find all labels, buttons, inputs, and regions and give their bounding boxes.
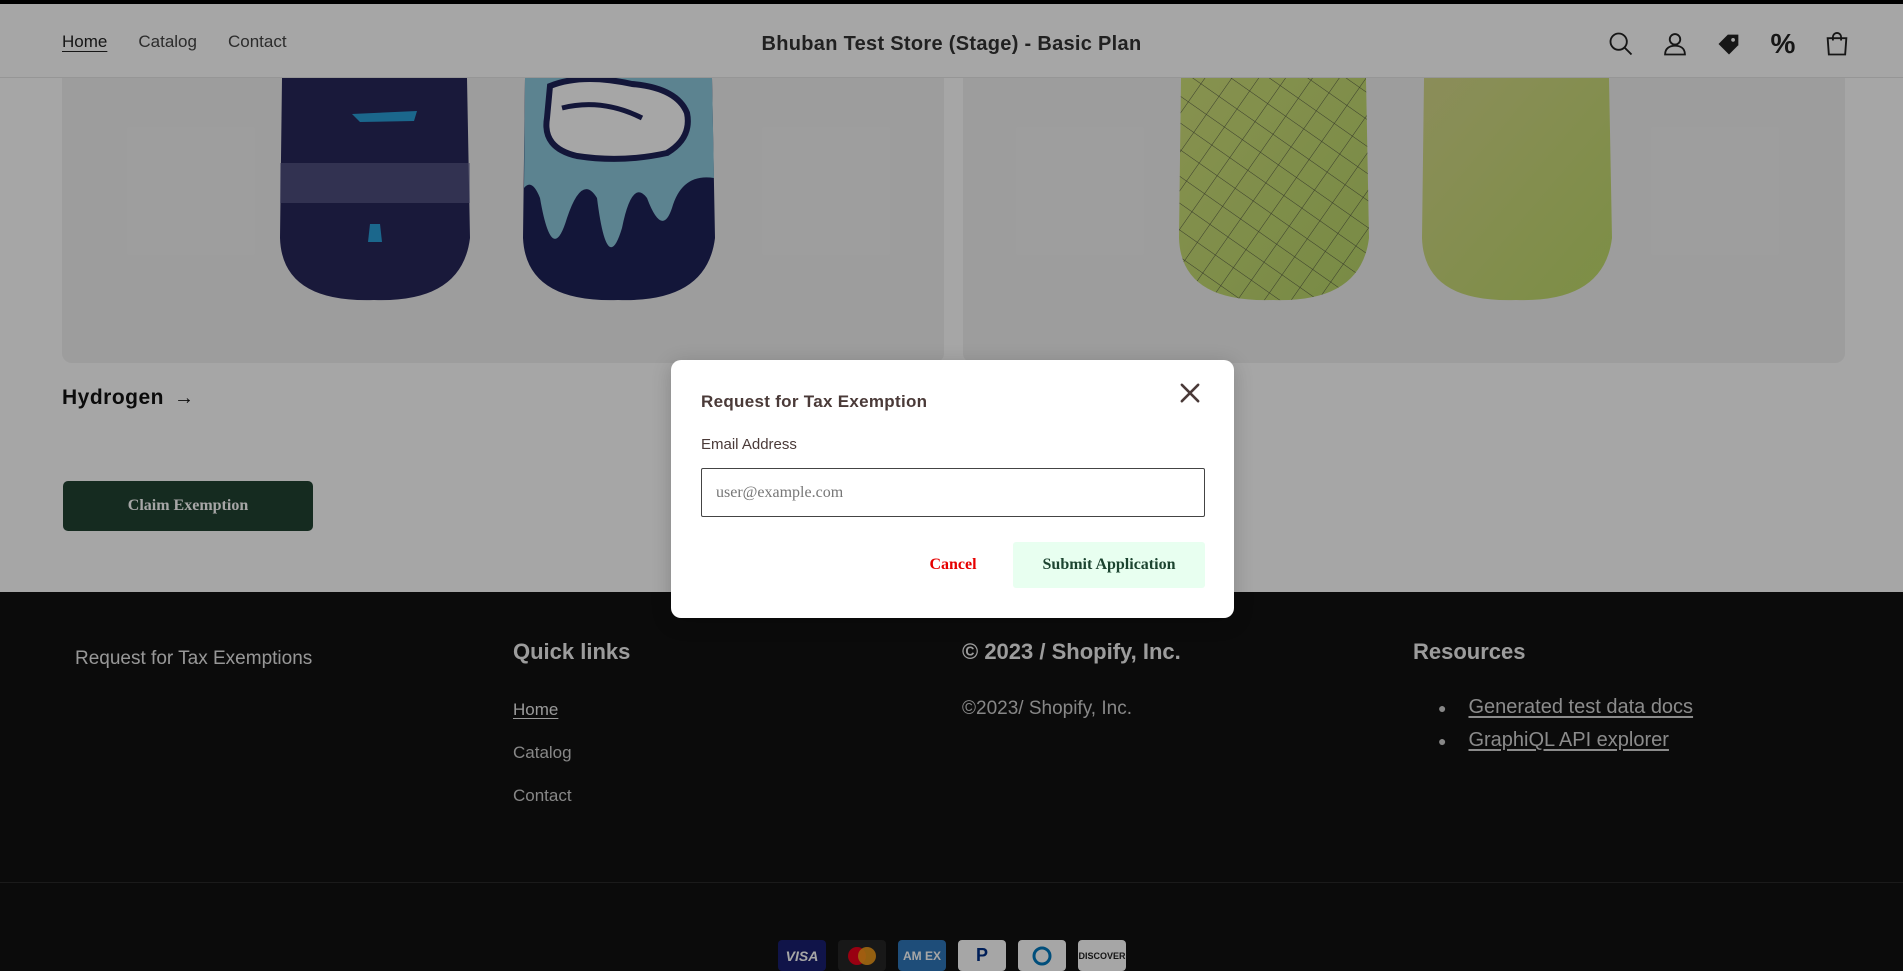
modal-title: Request for Tax Exemption <box>701 392 928 411</box>
tax-exemption-modal: Request for Tax Exemption Email Address … <box>671 360 1234 618</box>
close-icon <box>1180 383 1200 403</box>
email-label: Email Address <box>701 436 797 453</box>
submit-application-button[interactable]: Submit Application <box>1013 542 1205 588</box>
close-button[interactable] <box>1176 379 1204 407</box>
cancel-button[interactable]: Cancel <box>899 543 1007 587</box>
email-field[interactable] <box>701 468 1205 517</box>
